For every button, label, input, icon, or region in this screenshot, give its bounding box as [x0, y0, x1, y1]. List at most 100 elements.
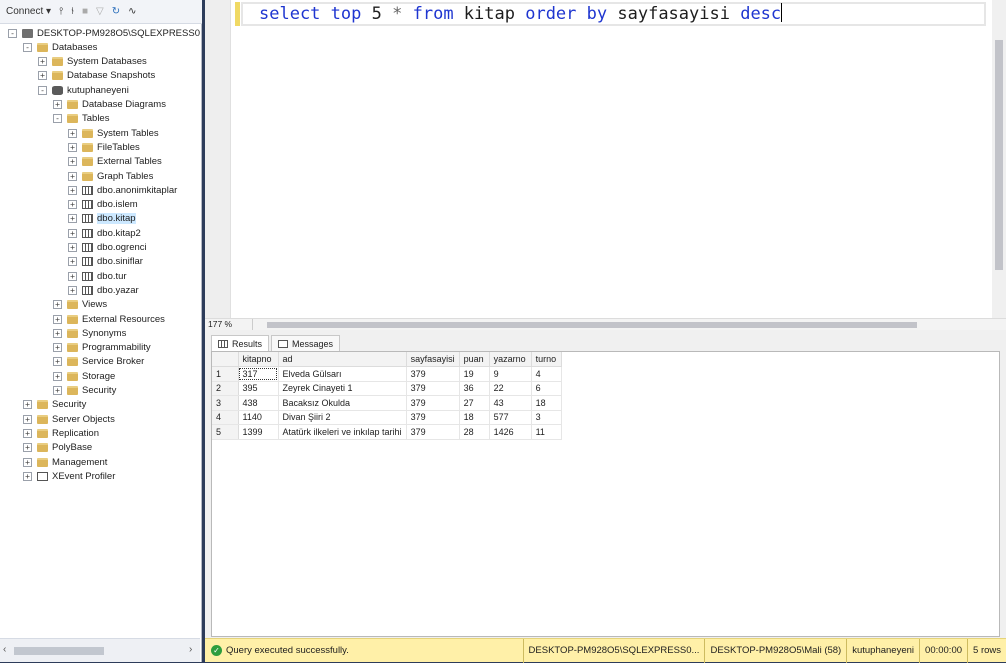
tree-node[interactable]: + dbo.yazar	[68, 283, 139, 297]
tree-node[interactable]: - Tables	[53, 112, 109, 126]
expand-icon[interactable]: +	[68, 128, 77, 138]
expand-icon[interactable]: +	[53, 371, 62, 381]
table-cell[interactable]: 379	[406, 366, 460, 382]
expand-icon[interactable]: +	[68, 214, 77, 224]
expand-icon[interactable]: +	[68, 257, 77, 267]
tree-node[interactable]: + Views	[53, 298, 107, 312]
tree-node[interactable]: + PolyBase	[23, 441, 92, 455]
activity-icon[interactable]: ∿	[128, 6, 136, 17]
expand-icon[interactable]: +	[23, 400, 32, 410]
expand-icon[interactable]: +	[68, 271, 77, 281]
expand-icon[interactable]: +	[53, 357, 62, 367]
tree-node[interactable]: + External Tables	[68, 155, 162, 169]
tree-node[interactable]: + dbo.kitap2	[68, 226, 141, 240]
table-cell[interactable]: Bacaksız Okulda	[278, 395, 407, 411]
scrollbar-thumb[interactable]	[14, 647, 104, 655]
tree-node[interactable]: + Programmability	[53, 341, 151, 355]
tree-node[interactable]: - DESKTOP-PM928O5\SQLEXPRESS01 (SQ	[8, 26, 200, 40]
expand-icon[interactable]: +	[23, 457, 32, 467]
column-header[interactable]: ad	[278, 352, 407, 367]
tree-node[interactable]: + System Databases	[38, 55, 147, 69]
query-text[interactable]: select top 5 * from kitap order by sayfa…	[259, 2, 783, 26]
filter-icon[interactable]: ▽	[96, 6, 104, 17]
tab-results[interactable]: Results	[211, 335, 270, 351]
row-number[interactable]: 5	[212, 424, 239, 440]
tree-node[interactable]: - kutuphaneyeni	[38, 83, 129, 97]
tree-node[interactable]: + Storage	[53, 369, 115, 383]
refresh-icon[interactable]: ↻	[112, 6, 120, 17]
collapse-icon[interactable]: -	[8, 28, 17, 38]
row-number[interactable]: 4	[212, 410, 239, 425]
expand-icon[interactable]: +	[68, 142, 77, 152]
expand-icon[interactable]: +	[23, 443, 32, 453]
collapse-icon[interactable]: -	[53, 114, 62, 124]
collapse-icon[interactable]: -	[23, 42, 32, 52]
unplug-icon[interactable]: ⫮	[71, 6, 74, 17]
table-cell[interactable]: Elveda Gülsarı	[278, 366, 407, 382]
expand-icon[interactable]: +	[38, 71, 47, 81]
expand-icon[interactable]: +	[53, 328, 62, 338]
table-cell[interactable]: 379	[406, 381, 460, 396]
table-cell[interactable]: 27	[459, 395, 490, 411]
stop-icon[interactable]: ■	[82, 6, 88, 17]
table-cell[interactable]: 18	[459, 410, 490, 425]
table-cell[interactable]: 379	[406, 424, 460, 440]
expand-icon[interactable]: +	[23, 471, 32, 481]
table-cell[interactable]: 43	[489, 395, 532, 411]
tree-node[interactable]: + Database Diagrams	[53, 98, 166, 112]
editor-vertical-scrollbar[interactable]	[992, 0, 1006, 318]
tree-node[interactable]: + dbo.tur	[68, 269, 127, 283]
table-row[interactable]: 5 1399 Atatürk ilkeleri ve inkılap tarihi 3…	[212, 424, 562, 440]
editor-horizontal-scrollbar-thumb[interactable]	[267, 322, 917, 328]
connect-button[interactable]: Connect ▾	[6, 6, 51, 17]
table-cell[interactable]: 4	[531, 366, 562, 382]
tree-node[interactable]: + System Tables	[68, 126, 159, 140]
tree-node[interactable]: + Database Snapshots	[38, 69, 155, 83]
query-editor[interactable]: select top 5 * from kitap order by sayfa…	[205, 0, 1006, 318]
table-row[interactable]: 2 395 Zeyrek Cinayeti 1 379 36 22 6	[212, 381, 562, 396]
tree-node[interactable]: + dbo.siniflar	[68, 255, 143, 269]
row-number[interactable]: 1	[212, 366, 239, 382]
tree-node[interactable]: + Server Objects	[23, 412, 115, 426]
tree-node[interactable]: + Security	[23, 398, 86, 412]
expand-icon[interactable]: +	[53, 300, 62, 310]
expand-icon[interactable]: +	[68, 157, 77, 167]
expand-icon[interactable]: +	[23, 414, 32, 424]
column-header[interactable]: kitapno	[238, 352, 279, 367]
tree-node[interactable]: - Databases	[23, 40, 97, 54]
expand-icon[interactable]: +	[68, 243, 77, 252]
table-cell[interactable]: 1140	[238, 410, 279, 425]
table-cell[interactable]: 1426	[489, 424, 532, 440]
horizontal-scrollbar[interactable]: ‹ ›	[0, 638, 200, 662]
column-header[interactable]: turno	[531, 352, 562, 367]
tree-node[interactable]: + Management	[23, 455, 107, 469]
row-number[interactable]: 3	[212, 395, 239, 411]
table-cell[interactable]: 28	[459, 424, 490, 440]
tree-node[interactable]: + FileTables	[68, 140, 140, 154]
table-cell[interactable]: Divan Şiiri 2	[278, 410, 407, 425]
tree-node[interactable]: + dbo.ogrenci	[68, 241, 147, 255]
scroll-right-icon[interactable]: ›	[189, 644, 192, 655]
tree-node[interactable]: + Replication	[23, 426, 99, 440]
tree-node[interactable]: + dbo.islem	[68, 198, 138, 212]
table-cell[interactable]: 19	[459, 366, 490, 382]
table-cell[interactable]: 438	[238, 395, 279, 411]
tree-node[interactable]: + Graph Tables	[68, 169, 153, 183]
table-cell[interactable]: 317	[238, 366, 279, 382]
column-header[interactable]: puan	[459, 352, 490, 367]
expand-icon[interactable]: +	[23, 428, 32, 438]
table-row[interactable]: 3 438 Bacaksız Okulda 379 27 43 18	[212, 395, 562, 411]
expand-icon[interactable]: +	[53, 314, 62, 324]
expand-icon[interactable]: +	[68, 228, 77, 238]
tree-node[interactable]: + Service Broker	[53, 355, 144, 369]
results-grid[interactable]: kitapno ad sayfasayisi puan yazarno turno 1 31…	[211, 351, 1000, 637]
scrollbar-thumb[interactable]	[995, 40, 1003, 270]
expand-icon[interactable]: +	[68, 185, 77, 195]
expand-icon[interactable]: +	[53, 386, 62, 395]
scroll-left-icon[interactable]: ‹	[3, 644, 6, 655]
zoom-select[interactable]: 177 %	[205, 318, 253, 331]
row-number[interactable]: 2	[212, 381, 239, 396]
plug-icon[interactable]: ⫯	[59, 6, 63, 17]
grid-corner[interactable]	[212, 352, 239, 367]
table-cell[interactable]: 1399	[238, 424, 279, 440]
